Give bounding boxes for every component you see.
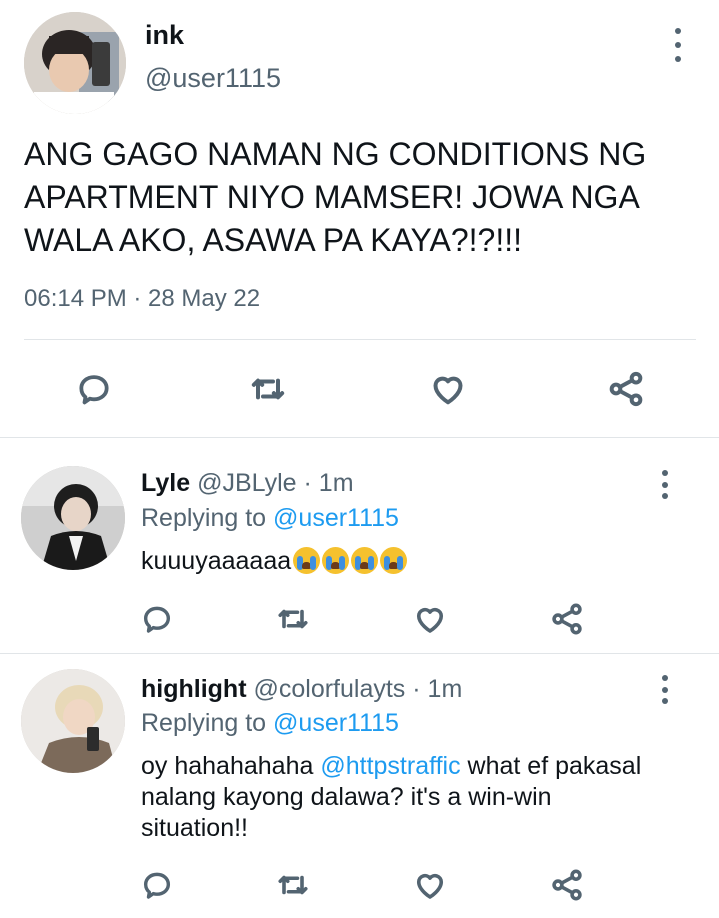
more-options-icon[interactable] — [654, 470, 676, 499]
mention-link[interactable]: @user1115 — [273, 709, 399, 737]
retweet-icon[interactable] — [247, 368, 289, 410]
author-handle[interactable]: @user1115 — [145, 63, 281, 94]
main-tweet: ink @user1115 ANG GAGO NAMAN NG CONDITIO… — [0, 0, 719, 437]
reply-text: oy hahahahaha @httpstraffic what ef paka… — [141, 751, 661, 844]
tweet-text: ANG GAGO NAMAN NG CONDITIONS NG APARTMEN… — [24, 136, 647, 258]
avatar-photo — [21, 669, 125, 773]
reply-icon[interactable] — [139, 601, 175, 637]
divider — [24, 339, 696, 340]
crying-emoji-icon — [322, 547, 350, 574]
reply-icon[interactable] — [73, 368, 115, 410]
replying-label: Replying to — [141, 709, 274, 737]
share-icon[interactable] — [604, 367, 648, 411]
author-name[interactable]: highlight — [141, 675, 247, 703]
reply-text-body: kuuuyaaaaaa — [141, 547, 292, 575]
avatar-photo — [21, 466, 125, 570]
replying-to: Replying to @user1115 — [141, 709, 399, 738]
mention-link[interactable]: @httpstraffic — [320, 752, 460, 780]
share-icon[interactable] — [548, 866, 586, 904]
crying-emoji-icon — [380, 547, 408, 574]
reply-tweet[interactable]: highlight @colorfulayts · 1m Replying to… — [0, 654, 719, 918]
avatar[interactable] — [24, 12, 126, 114]
author-name[interactable]: ink — [145, 20, 184, 51]
reply-header: Lyle @JBLyle · 1m — [141, 469, 354, 498]
like-icon[interactable] — [411, 600, 449, 638]
reply-header: highlight @colorfulayts · 1m — [141, 675, 462, 704]
avatar[interactable] — [21, 466, 125, 570]
reply-tweet[interactable]: Lyle @JBLyle · 1m Replying to @user1115 … — [0, 438, 719, 653]
share-icon[interactable] — [548, 600, 586, 638]
avatar-photo — [24, 12, 126, 114]
reply-text-before: oy hahahahaha — [141, 752, 321, 780]
replying-to: Replying to @user1115 — [141, 504, 399, 533]
more-options-icon[interactable] — [654, 675, 676, 704]
reply-text: kuuuyaaaaaa — [141, 546, 671, 577]
retweet-icon[interactable] — [274, 601, 312, 637]
reply-icon[interactable] — [139, 867, 175, 903]
avatar[interactable] — [21, 669, 125, 773]
author-handle[interactable]: @colorfulayts — [253, 675, 405, 703]
crying-emoji-icon — [351, 547, 379, 574]
reply-time: · 1m — [303, 469, 354, 497]
retweet-icon[interactable] — [274, 867, 312, 903]
crying-emoji-icon — [293, 547, 321, 574]
reply-time: · 1m — [412, 675, 463, 703]
like-icon[interactable] — [411, 866, 449, 904]
mention-link[interactable]: @user1115 — [273, 504, 399, 532]
replying-label: Replying to — [141, 504, 274, 532]
like-icon[interactable] — [426, 367, 470, 411]
author-handle[interactable]: @JBLyle — [197, 469, 297, 497]
more-options-icon[interactable] — [666, 28, 690, 62]
author-name[interactable]: Lyle — [141, 469, 190, 497]
tweet-timestamp[interactable]: 06:14 PM · 28 May 22 — [24, 285, 260, 313]
